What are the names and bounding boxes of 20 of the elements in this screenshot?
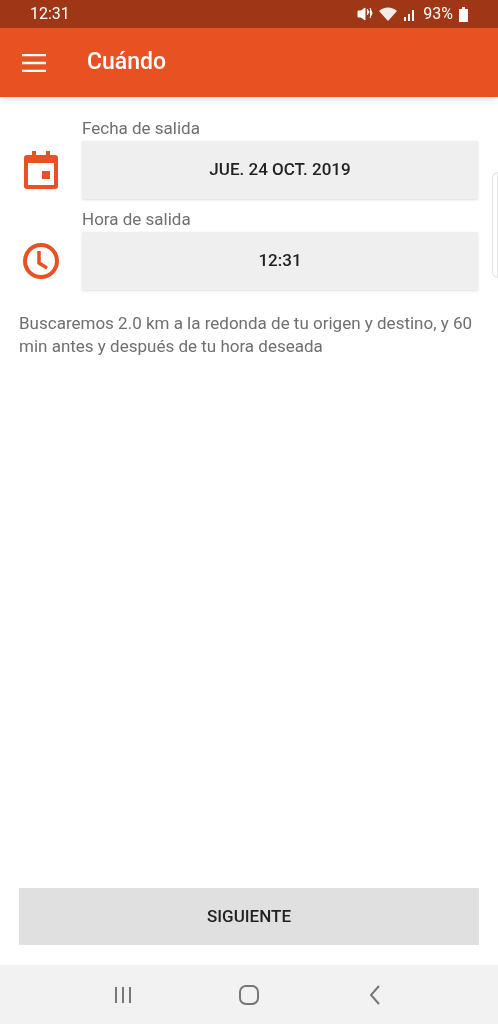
time-field[interactable]: 12:31: [82, 232, 478, 290]
recent-apps-icon: [113, 986, 132, 1003]
status-time: 12:31: [30, 3, 70, 25]
field-label: Hora de salida: [82, 208, 192, 230]
clock-icon: [22, 242, 60, 280]
home-icon: [239, 984, 259, 1005]
back-icon: [369, 984, 382, 1005]
battery-icon: [459, 6, 468, 22]
wifi-icon: [379, 7, 398, 21]
field-label: Fecha de salida: [82, 117, 201, 139]
recent-apps-button[interactable]: [112, 984, 133, 1005]
date-field[interactable]: JUE. 24 OCT. 2019: [82, 141, 478, 199]
menu-icon: [22, 53, 46, 72]
home-button[interactable]: [238, 983, 260, 1006]
edge-panel-handle[interactable]: [492, 172, 498, 278]
next-button[interactable]: SIGUIENTE: [19, 888, 479, 945]
calendar-icon: [24, 151, 58, 189]
screen-title: Cuándo: [87, 47, 167, 78]
search-info-text: Buscaremos 2.0 km a la redonda de tu origen y destino, y 60 min antes y después de tu hora deseada: [19, 312, 474, 358]
battery-percentage: 93%: [423, 3, 453, 25]
